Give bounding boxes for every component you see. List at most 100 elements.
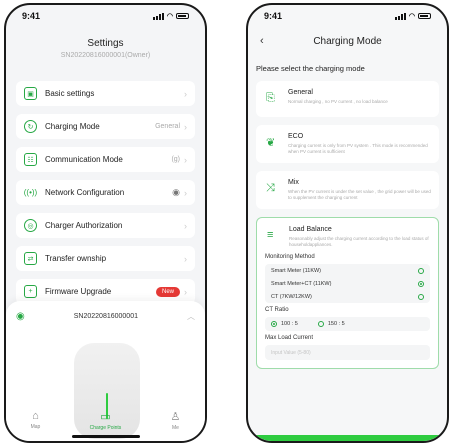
mode-name: General [288, 89, 313, 96]
mode-card-eco[interactable]: ❦ ECO Charging current is only from PV s… [256, 125, 439, 164]
mode-card-general[interactable]: ⎘ General Normal charging , no PV curren… [256, 81, 439, 117]
chevron-up-icon[interactable]: ︿ [187, 311, 195, 322]
mode-description: When the PV current is under the set val… [288, 189, 431, 201]
mode-list: ⎘ General Normal charging , no PV curren… [256, 81, 439, 377]
chevron-right-icon: › [184, 220, 187, 231]
radio-button[interactable] [418, 293, 424, 300]
radio-button[interactable] [317, 321, 324, 328]
menu-item-network-configuration[interactable]: ((•)) Network Configuration ◉ › [16, 180, 195, 205]
chevron-right-icon: › [184, 286, 187, 297]
mix-icon: ⤨ [266, 182, 275, 195]
page-title: Charging Mode [313, 35, 382, 47]
mode-name: Mix [288, 179, 299, 187]
status-icons: ◠ [152, 12, 189, 20]
tab-map[interactable]: ⌂ Map [31, 410, 41, 431]
mode-name: Load Balance [289, 226, 332, 234]
wifi-icon: ◉ [16, 311, 25, 322]
confirm-button[interactable] [248, 435, 447, 441]
status-time: 9:41 [264, 11, 283, 21]
radio-button[interactable] [418, 267, 424, 274]
ct-ratio-label: CT Ratio [265, 307, 289, 314]
tab-label: Charge Points [89, 425, 122, 431]
map-icon: ⌂ [32, 410, 39, 422]
battery-icon [176, 13, 189, 19]
menu-item-communication-mode[interactable]: ☷ Communication Mode (g) › [16, 147, 195, 172]
mode-card-mix[interactable]: ⤨ Mix When the PV current is under the s… [256, 171, 439, 210]
nav-bar: ‹ Charging Mode [248, 31, 447, 51]
max-load-current-input[interactable]: Input Value (5-80) [265, 345, 430, 361]
menu-item-value: General [155, 123, 180, 130]
menu-item-basic-settings[interactable]: ▣ Basic settings › [16, 81, 195, 106]
tab-label: Me [171, 425, 179, 431]
cellular-signal-icon [152, 12, 164, 20]
charger-sheet[interactable]: ◉ SN20220816000001 ︿ ⌂ Map ▭ Charge Poin… [6, 301, 205, 441]
menu-item-label: Basic settings [45, 89, 95, 98]
network-icon: ((•)) [23, 188, 38, 197]
menu-item-label: Charging Mode [45, 122, 100, 131]
status-bar: 9:41 ◠ [6, 5, 205, 27]
option-label: CT (7KW/12KW) [271, 293, 312, 300]
charging-mode-icon: ↻ [24, 120, 37, 133]
tab-label: Map [30, 424, 41, 430]
menu-item-transfer-ownship[interactable]: ⇄ Transfer ownship › [16, 246, 195, 271]
chevron-right-icon: › [184, 121, 187, 132]
monitoring-method-options: Smart Meter (11KW) Smart Meter+CT (11KW)… [265, 264, 430, 304]
wifi-icon: ◉ [172, 187, 180, 197]
menu-item-label: Network Configuration [45, 188, 125, 197]
option-label: 100 : 5 [281, 321, 298, 328]
tab-me[interactable]: ♙ Me [171, 410, 181, 431]
ct-option-150-5[interactable]: 150 : 5 [317, 321, 345, 328]
method-option-smart-meter[interactable]: Smart Meter (11KW) [265, 264, 430, 277]
menu-item-value: (g) [171, 156, 180, 163]
charger-serial: SN20220816000001 [73, 313, 138, 320]
authorization-icon: ◎ [24, 219, 37, 232]
settings-menu: ▣ Basic settings › ↻ Charging Mode Gener… [16, 81, 195, 312]
new-badge: New [155, 286, 180, 297]
charge-point-icon: ▭ [100, 411, 111, 423]
settings-header: Settings SN20220816000001(Owner) [6, 38, 205, 59]
leaf-icon: ❦ [266, 137, 276, 149]
option-label: Smart Meter+CT (11KW) [271, 280, 332, 287]
firmware-icon: + [24, 285, 37, 298]
method-option-smart-meter-ct[interactable]: Smart Meter+CT (11KW) [265, 277, 430, 290]
mode-name: ECO [288, 133, 304, 140]
menu-item-charging-mode[interactable]: ↻ Charging Mode General › [16, 114, 195, 139]
user-icon: ♙ [170, 411, 181, 423]
status-bar: 9:41 ◠ [248, 5, 447, 27]
menu-item-label: Communication Mode [45, 155, 123, 164]
mode-card-load-balance[interactable]: ≡ Load Balance Reasonably adjust the cha… [256, 217, 439, 370]
home-indicator [72, 435, 140, 438]
settings-phone: 9:41 ◠ Settings SN20220816000001(Owner) … [4, 3, 207, 443]
sheet-header: ◉ SN20220816000001 ︿ [6, 301, 205, 322]
ct-ratio-options: 100 : 5 150 : 5 [265, 317, 430, 332]
mode-description: Normal charging , no PV current , no loa… [288, 99, 388, 104]
back-arrow-icon[interactable]: ‹ [260, 35, 264, 47]
menu-item-charger-authorization[interactable]: ◎ Charger Authorization › [16, 213, 195, 238]
method-option-ct[interactable]: CT (7KW/12KW) [265, 290, 430, 303]
device-serial: SN20220816000001(Owner) [60, 52, 151, 59]
transfer-icon: ⇄ [24, 252, 37, 265]
gear-icon: ▣ [24, 87, 37, 100]
ct-ratio-row: 100 : 5 150 : 5 [265, 317, 430, 331]
menu-item-label: Charger Authorization [45, 221, 123, 230]
chevron-right-icon: › [184, 187, 187, 198]
wifi-status-icon: ◠ [408, 13, 415, 20]
chevron-right-icon: › [184, 88, 187, 99]
page-title: Settings [87, 38, 124, 49]
mode-description: Reasonably adjust the charging current a… [289, 236, 429, 248]
option-label: 150 : 5 [327, 321, 345, 328]
tab-charge-points[interactable]: ▭ Charge Points [90, 410, 122, 431]
charging-mode-phone: 9:41 ◠ ‹ Charging Mode Please select the… [246, 3, 449, 443]
load-balance-settings: Monitoring Method Smart Meter (11KW) Sma… [265, 248, 430, 361]
radio-button[interactable] [271, 321, 277, 328]
mode-description: Charging current is only from PV system … [288, 143, 428, 155]
ct-option-100-5[interactable]: 100 : 5 [271, 321, 298, 328]
tab-bar: ⌂ Map ▭ Charge Points ♙ Me [6, 410, 205, 431]
battery-icon [418, 13, 431, 19]
max-load-current-label: Max Load Current [265, 335, 314, 342]
communication-icon: ☷ [24, 153, 37, 166]
status-icons: ◠ [394, 12, 431, 20]
menu-item-label: Firmware Upgrade [45, 287, 112, 296]
load-balance-icon: ≡ [267, 229, 274, 242]
radio-button[interactable] [418, 280, 424, 287]
